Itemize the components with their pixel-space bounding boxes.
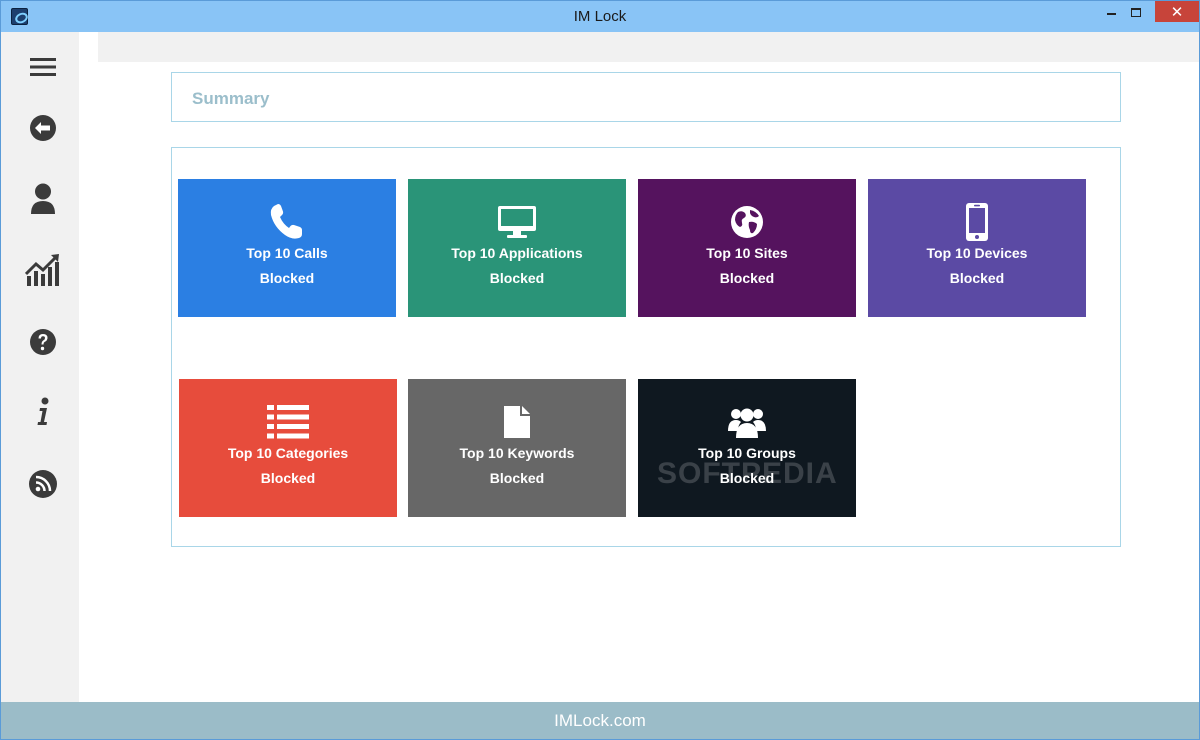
sidebar-item-feed[interactable] — [22, 464, 64, 504]
tile-title: Top 10 Applications — [451, 245, 583, 261]
menu-icon — [30, 58, 56, 76]
tile-subtitle: Blocked — [719, 270, 775, 286]
tile-categories-blocked[interactable]: Top 10 Categories Blocked — [179, 379, 397, 517]
summary-title: Summary — [192, 89, 270, 108]
tile-applications-blocked[interactable]: Top 10 Applications Blocked — [408, 179, 626, 317]
mobile-icon — [966, 203, 988, 241]
sidebar-item-reports[interactable] — [22, 250, 64, 290]
sidebar — [1, 32, 79, 702]
sidebar-item-user[interactable] — [22, 179, 64, 219]
tile-sites-blocked[interactable]: Top 10 Sites Blocked — [638, 179, 856, 317]
phone-icon — [270, 204, 302, 239]
document-icon — [504, 406, 530, 438]
title-bar[interactable]: IM Lock ✕ — [1, 1, 1199, 32]
help-icon — [30, 329, 56, 355]
monitor-icon — [498, 206, 536, 238]
summary-header: Summary — [171, 72, 1121, 122]
tiles-panel: Top 10 Calls Blocked Top 10 Applications… — [171, 147, 1121, 547]
info-icon — [37, 397, 49, 425]
tile-title: Top 10 Calls — [246, 245, 328, 261]
back-arrow-icon — [30, 115, 56, 141]
maximize-icon — [1131, 7, 1141, 17]
tile-groups-blocked[interactable]: Top 10 Groups Blocked — [638, 379, 856, 517]
window-title: IM Lock — [573, 8, 627, 25]
sidebar-item-info[interactable] — [22, 392, 64, 432]
tile-title: Top 10 Devices — [926, 245, 1028, 261]
user-icon — [31, 183, 55, 214]
top-strip — [98, 32, 1199, 62]
list-icon — [267, 405, 309, 439]
watermark: SOFTPEDIA — [657, 457, 838, 490]
tile-title: Top 10 Categories — [227, 445, 349, 461]
tile-subtitle: Blocked — [489, 470, 545, 486]
sidebar-item-help[interactable] — [22, 322, 64, 362]
tile-title: Top 10 Keywords — [459, 445, 575, 461]
tile-subtitle: Blocked — [259, 270, 315, 286]
tile-devices-blocked[interactable]: Top 10 Devices Blocked — [868, 179, 1086, 317]
minimize-button[interactable] — [1098, 1, 1124, 23]
tile-subtitle: Blocked — [260, 470, 316, 486]
group-icon — [728, 408, 766, 438]
footer-link[interactable]: IMLock.com — [1, 711, 1199, 731]
maximize-button[interactable] — [1123, 1, 1149, 23]
tile-title: Top 10 Sites — [706, 245, 788, 261]
sidebar-item-back[interactable] — [22, 108, 64, 148]
tile-keywords-blocked[interactable]: Top 10 Keywords Blocked — [408, 379, 626, 517]
globe-icon — [731, 206, 763, 238]
sidebar-item-menu[interactable] — [22, 47, 64, 87]
close-button[interactable]: ✕ — [1155, 1, 1199, 22]
minimize-icon — [1106, 13, 1116, 15]
rss-icon — [29, 470, 57, 498]
tile-calls-blocked[interactable]: Top 10 Calls Blocked — [178, 179, 396, 317]
tile-subtitle: Blocked — [949, 270, 1005, 286]
chart-icon — [25, 254, 59, 286]
tile-subtitle: Blocked — [489, 270, 545, 286]
footer: IMLock.com — [1, 702, 1199, 739]
app-window: IM Lock ✕ Summary Top 10 Calls Blocked T… — [0, 0, 1200, 740]
